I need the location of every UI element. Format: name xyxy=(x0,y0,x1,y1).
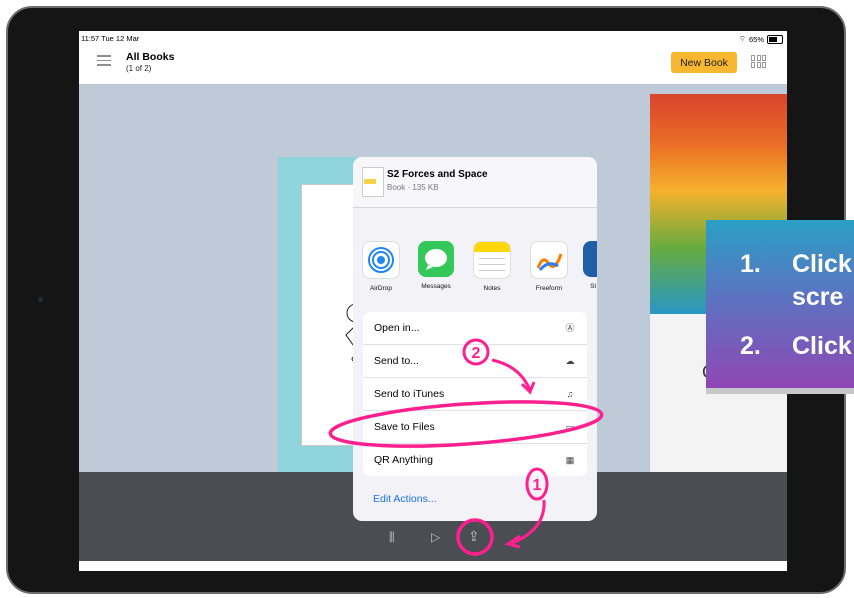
action-send-to[interactable]: Send to... ☁ xyxy=(363,345,587,378)
qr-icon: ▦ xyxy=(565,455,575,465)
share-sheet: S2 Forces and Space Book · 135 KB AirDro… xyxy=(353,157,597,521)
status-bar: 11:57 Tue 12 Mar ⌔ 65% xyxy=(79,31,787,45)
ipad-frame: 11:57 Tue 12 Mar ⌔ 65% All Books (1 of 2… xyxy=(0,0,854,598)
menu-icon[interactable] xyxy=(97,55,111,69)
instruction-1-number: 1. xyxy=(740,250,761,278)
instruction-1-text-cont: scre xyxy=(792,283,844,311)
share-app-freeform[interactable]: Freeform xyxy=(529,241,569,292)
messages-icon xyxy=(418,241,454,277)
open-in-icon: Ⓐ xyxy=(565,323,575,333)
new-book-button[interactable]: New Book xyxy=(671,52,737,73)
airdrop-icon xyxy=(362,241,400,279)
share-icon[interactable]: ⇪ xyxy=(468,528,480,545)
share-doc-meta: Book · 135 KB xyxy=(387,183,439,192)
share-app-messages[interactable]: Messages xyxy=(416,241,456,290)
notes-icon xyxy=(473,241,511,279)
cloud-icon: ☁ xyxy=(565,356,575,366)
share-sheet-header: S2 Forces and Space Book · 135 KB xyxy=(353,157,597,208)
share-doc-title: S2 Forces and Space xyxy=(387,169,488,180)
music-icon: ♫ xyxy=(566,389,574,399)
wifi-icon: ⌔ xyxy=(738,34,746,43)
battery-percent: 65% xyxy=(748,34,764,44)
instruction-2-number: 2. xyxy=(740,332,761,360)
page-title: All Books xyxy=(126,51,175,63)
share-app-partial[interactable]: Sl xyxy=(583,241,597,290)
battery-icon xyxy=(767,34,783,44)
home-strip xyxy=(79,561,787,571)
app-icon xyxy=(583,241,597,277)
action-qr-anything[interactable]: QR Anything ▦ xyxy=(363,444,587,476)
library-icon[interactable]: ⫼ xyxy=(389,530,395,545)
share-app-airdrop[interactable]: AirDrop xyxy=(361,241,401,292)
camera-dot xyxy=(38,297,43,302)
share-actions-list: Open in... Ⓐ Send to... ☁ Send to iTunes… xyxy=(363,312,587,476)
grid-view-icon[interactable] xyxy=(751,55,766,68)
status-battery: ⌔ 65% xyxy=(739,34,783,44)
action-send-to-itunes[interactable]: Send to iTunes ♫ xyxy=(363,378,587,411)
play-icon[interactable]: ▷ xyxy=(431,530,440,544)
edit-actions-link[interactable]: Edit Actions... xyxy=(373,493,437,505)
ipad-screen: 11:57 Tue 12 Mar ⌔ 65% All Books (1 of 2… xyxy=(79,31,787,571)
freeform-icon xyxy=(530,241,568,279)
folder-icon: ▭ xyxy=(565,422,575,432)
share-apps-row: AirDrop Messages Notes Freeform Sl xyxy=(353,241,597,299)
instruction-2-text: Click xyxy=(792,332,852,360)
instructions-panel: 1. Click scre 2. Click xyxy=(706,220,854,388)
page-subtitle: (1 of 2) xyxy=(126,64,152,73)
action-save-to-files[interactable]: Save to Files ▭ xyxy=(363,411,587,444)
share-app-notes[interactable]: Notes xyxy=(472,241,512,292)
book-thumbnail xyxy=(362,167,384,197)
instruction-1-text: Click xyxy=(792,250,852,278)
status-time: 11:57 Tue 12 Mar xyxy=(81,34,140,43)
nav-bar: All Books (1 of 2) New Book xyxy=(79,45,787,84)
action-open-in[interactable]: Open in... Ⓐ xyxy=(363,312,587,345)
